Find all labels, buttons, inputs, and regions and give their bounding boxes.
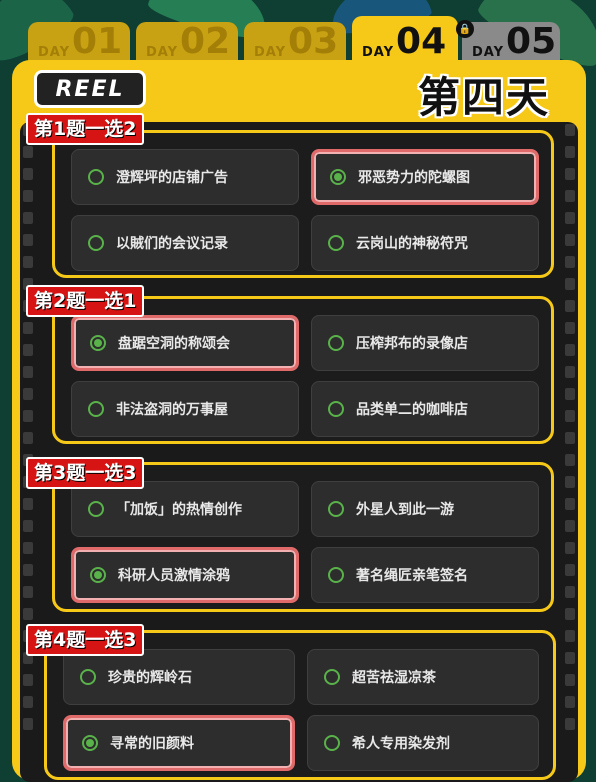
question-1-tag: 第1题一选2 <box>26 113 145 145</box>
option-label: 非法盗洞的万事屋 <box>116 402 228 418</box>
radio-icon <box>328 335 344 351</box>
option-label: 云岗山的神秘符咒 <box>356 236 468 252</box>
radio-selected-icon <box>90 567 106 583</box>
option-q1-1[interactable]: 澄辉坪的店铺广告 <box>71 149 299 205</box>
option-label: 寻常的旧颜料 <box>110 736 194 752</box>
tab-prefix: DAY <box>38 45 71 60</box>
radio-icon <box>88 401 104 417</box>
lock-icon: 🔒 <box>456 20 474 38</box>
radio-icon <box>88 169 104 185</box>
option-label: 著名绳匠亲笔签名 <box>356 568 468 584</box>
radio-icon <box>88 235 104 251</box>
radio-icon <box>80 669 96 685</box>
radio-icon <box>328 501 344 517</box>
option-label: 邪恶势力的陀螺图 <box>358 170 470 186</box>
option-label: 以賊们的会议记录 <box>116 236 228 252</box>
option-q2-1[interactable]: 盘踞空洞的称颂会 <box>71 315 299 371</box>
option-label: 压榨邦布的录像店 <box>356 336 468 352</box>
tab-day-01[interactable]: DAY 01 <box>28 22 130 64</box>
option-q4-3[interactable]: 寻常的旧颜料 <box>63 715 295 771</box>
option-q3-1[interactable]: 「加饭」的热情创作 <box>71 481 299 537</box>
radio-icon <box>324 735 340 751</box>
tab-number: 04 <box>396 21 447 62</box>
option-q4-4[interactable]: 希人专用染发剂 <box>307 715 539 771</box>
radio-icon <box>328 235 344 251</box>
day-title: 第四天 <box>418 73 551 122</box>
option-q1-4[interactable]: 云岗山的神秘符咒 <box>311 215 539 271</box>
tab-prefix: DAY <box>362 45 395 60</box>
day-tabs: DAY 01 DAY 02 DAY 03 DAY 04 🔒 DAY 05 <box>28 16 568 64</box>
radio-selected-icon <box>82 735 98 751</box>
radio-icon <box>328 567 344 583</box>
option-q2-4[interactable]: 品类单二的咖啡店 <box>311 381 539 437</box>
tab-prefix: DAY <box>254 45 287 60</box>
option-q1-3[interactable]: 以賊们的会议记录 <box>71 215 299 271</box>
option-q3-3[interactable]: 科研人员激情涂鸦 <box>71 547 299 603</box>
tab-number: 02 <box>180 21 231 62</box>
tab-number: 05 <box>506 21 557 62</box>
radio-selected-icon <box>90 335 106 351</box>
film-strip-right <box>563 124 577 764</box>
question-2-box: 盘踞空洞的称颂会 压榨邦布的录像店 非法盗洞的万事屋 品类单二的咖啡店 <box>52 296 554 444</box>
question-3-tag: 第3题一选3 <box>26 457 145 489</box>
option-q2-2[interactable]: 压榨邦布的录像店 <box>311 315 539 371</box>
tab-day-04[interactable]: DAY 04 <box>352 16 458 64</box>
tab-day-05[interactable]: 🔒 DAY 05 <box>456 20 560 64</box>
radio-icon <box>328 401 344 417</box>
option-label: 「加饭」的热情创作 <box>116 502 242 518</box>
tab-number: 01 <box>72 21 123 62</box>
option-label: 澄辉坪的店铺广告 <box>116 170 228 186</box>
option-label: 科研人员激情涂鸦 <box>118 568 230 584</box>
reel-logo: REEL <box>34 70 146 108</box>
option-label: 盘踞空洞的称颂会 <box>118 336 230 352</box>
option-q4-1[interactable]: 珍贵的辉岭石 <box>63 649 295 705</box>
option-q1-2[interactable]: 邪恶势力的陀螺图 <box>311 149 539 205</box>
option-q3-2[interactable]: 外星人到此一游 <box>311 481 539 537</box>
option-label: 外星人到此一游 <box>356 502 454 518</box>
radio-selected-icon <box>330 169 346 185</box>
question-1-box: 澄辉坪的店铺广告 邪恶势力的陀螺图 以賊们的会议记录 云岗山的神秘符咒 <box>52 130 554 278</box>
option-q2-3[interactable]: 非法盗洞的万事屋 <box>71 381 299 437</box>
radio-icon <box>88 501 104 517</box>
tab-prefix: DAY <box>146 45 179 60</box>
option-label: 品类单二的咖啡店 <box>356 402 468 418</box>
tab-prefix: DAY <box>472 45 505 60</box>
tab-day-03[interactable]: DAY 03 <box>244 22 346 64</box>
option-label: 珍贵的辉岭石 <box>108 670 192 686</box>
tab-day-02[interactable]: DAY 02 <box>136 22 238 64</box>
question-2-tag: 第2题一选1 <box>26 285 145 317</box>
option-q4-2[interactable]: 超苦祛湿凉茶 <box>307 649 539 705</box>
option-q3-4[interactable]: 著名绳匠亲笔签名 <box>311 547 539 603</box>
option-label: 希人专用染发剂 <box>352 736 450 752</box>
question-4-tag: 第4题一选3 <box>26 624 145 656</box>
radio-icon <box>324 669 340 685</box>
option-label: 超苦祛湿凉茶 <box>352 670 436 686</box>
tab-number: 03 <box>288 21 339 62</box>
film-strip-left <box>21 124 35 764</box>
